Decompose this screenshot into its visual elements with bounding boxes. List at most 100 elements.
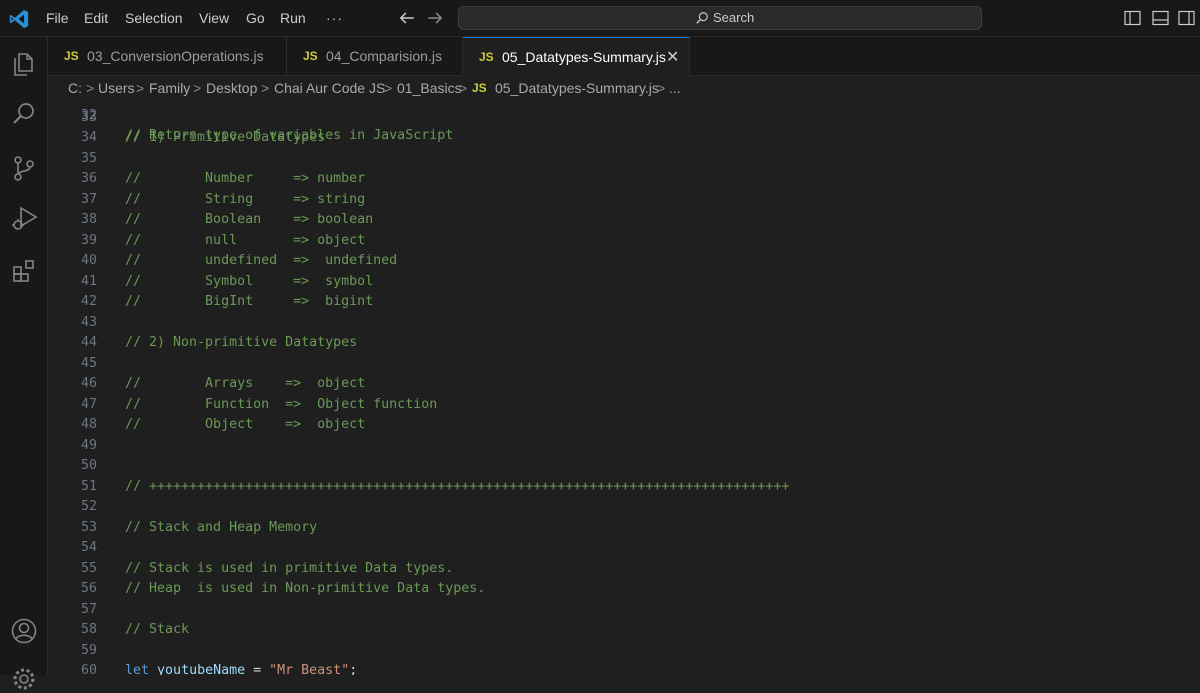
title-bar: File Edit Selection View Go Run ··· Sear…	[0, 0, 1200, 37]
toggle-panel-icon[interactable]	[1152, 10, 1169, 26]
chevron-right-icon: >	[657, 80, 666, 96]
js-file-icon: JS	[64, 49, 79, 63]
accounts-icon[interactable]	[10, 617, 38, 645]
line-number: 56	[80, 581, 97, 596]
breadcrumb-item-users[interactable]: Users	[98, 77, 135, 99]
breadcrumb-item-symbols[interactable]: ...	[669, 77, 681, 99]
line-number: 37	[80, 191, 97, 207]
code-line: 51 // +++++++++++++++++++++++++++++++++++…	[48, 477, 1200, 498]
breadcrumb-item-file[interactable]: 05_Datatypes-Summary.js	[495, 77, 659, 99]
chevron-right-icon: >	[261, 80, 270, 96]
line-text: // Symbol => symbol	[125, 273, 374, 289]
code-line: 40 // undefined => undefined	[48, 251, 1200, 272]
chevron-right-icon: >	[86, 80, 95, 96]
code-line: 58 // Stack	[48, 620, 1200, 641]
chevron-right-icon: >	[459, 80, 468, 96]
arrow-left-icon[interactable]	[398, 9, 416, 27]
code-line: 39 // null => object	[48, 231, 1200, 252]
command-center-search[interactable]: Search	[458, 6, 982, 30]
close-icon[interactable]: ✕	[666, 38, 679, 77]
line-number: 45	[80, 355, 97, 371]
line-text: // Number => number	[125, 171, 366, 186]
tab-conversion-operations[interactable]: JS 03_ConversionOperations.js	[48, 37, 287, 76]
tab-label: 03_ConversionOperations.js	[87, 48, 264, 64]
arrow-right-icon[interactable]	[426, 9, 444, 27]
breadcrumb: C: > Users > Family > Desktop > Chai Aur…	[48, 77, 1200, 99]
tab-label: 05_Datatypes-Summary.js	[502, 49, 666, 65]
menu-selection[interactable]: Selection	[125, 0, 183, 37]
menu-go[interactable]: Go	[246, 0, 265, 37]
source-control-icon[interactable]	[10, 154, 38, 182]
code-line: 36 // Number => number	[48, 169, 1200, 190]
code-line: 45	[48, 354, 1200, 375]
line-number: 44	[80, 335, 97, 350]
breadcrumb-item-drive[interactable]: C:	[68, 77, 82, 99]
code-line: 54	[48, 538, 1200, 559]
line-number: 50	[80, 458, 97, 473]
breadcrumb-item-chai-aur-code[interactable]: Chai Aur Code JS	[274, 77, 385, 99]
line-number: 33	[80, 109, 97, 125]
line-number: 43	[80, 314, 97, 330]
code-line: 38 // Boolean => boolean	[48, 210, 1200, 231]
code-token-keyword: let	[125, 663, 150, 675]
code-line: 59	[48, 641, 1200, 662]
menu-more[interactable]: ···	[326, 0, 343, 37]
line-number: 47	[80, 396, 97, 412]
chevron-right-icon: >	[136, 80, 145, 96]
line-text: // +++++++++++++++++++++++++++++++++++++…	[125, 478, 790, 494]
code-line: 56 // Heap is used in Non-primitive Data …	[48, 579, 1200, 600]
menu-file[interactable]: File	[46, 0, 69, 37]
code-token-var: youtubeName	[157, 663, 246, 675]
breadcrumb-item-family[interactable]: Family	[149, 77, 190, 99]
code-line: 49	[48, 436, 1200, 457]
menu-edit[interactable]: Edit	[84, 0, 108, 37]
line-number: 36	[80, 171, 97, 186]
extensions-icon[interactable]	[10, 257, 38, 285]
chevron-right-icon: >	[384, 80, 393, 96]
line-number: 39	[80, 232, 97, 248]
line-text: // undefined => undefined	[125, 253, 398, 268]
code-line: 41 // Symbol => symbol	[48, 272, 1200, 293]
search-label: Search	[713, 10, 755, 25]
code-line: 35	[48, 149, 1200, 170]
toggle-primary-sidebar-icon[interactable]	[1124, 10, 1141, 26]
line-number: 40	[80, 253, 97, 268]
line-number: 60	[80, 663, 97, 675]
line-number: 48	[80, 417, 97, 432]
line-text: // String => string	[125, 191, 366, 207]
code-line: 60 let youtubeName = "Mr Beast";	[48, 661, 1200, 675]
line-text: // BigInt => bigint	[125, 294, 374, 309]
line-number: 52	[80, 499, 97, 514]
code-editor[interactable]: 32 // Return type of variables in JavaSc…	[48, 99, 1200, 675]
code-line: 37 // String => string	[48, 190, 1200, 211]
line-text: // Stack is used in primitive Data types…	[125, 560, 454, 576]
js-file-icon: JS	[472, 81, 487, 95]
code-line: 48 // Object => object	[48, 415, 1200, 436]
line-text: // Function => Object function	[125, 396, 438, 412]
search-icon[interactable]	[10, 100, 38, 128]
run-debug-icon[interactable]	[10, 204, 38, 232]
line-number: 46	[80, 376, 97, 391]
chevron-right-icon: >	[193, 80, 202, 96]
settings-gear-icon[interactable]	[10, 665, 38, 693]
breadcrumb-item-desktop[interactable]: Desktop	[206, 77, 257, 99]
code-token-op: =	[245, 663, 270, 675]
code-line: 57	[48, 600, 1200, 621]
code-line: 52	[48, 497, 1200, 518]
line-text: // null => object	[125, 232, 366, 248]
tab-bar: JS 03_ConversionOperations.js JS 04_Comp…	[48, 37, 1200, 77]
toggle-secondary-sidebar-icon[interactable]	[1178, 10, 1195, 26]
line-number: 57	[80, 601, 97, 617]
explorer-icon[interactable]	[10, 50, 38, 78]
menu-view[interactable]: View	[199, 0, 229, 37]
code-line: 44 // 2) Non-primitive Datatypes	[48, 333, 1200, 354]
code-line: 50	[48, 456, 1200, 477]
menu-run[interactable]: Run	[280, 0, 306, 37]
line-number: 34	[80, 130, 97, 145]
breadcrumb-item-basics[interactable]: 01_Basics	[397, 77, 462, 99]
code-token-op	[149, 663, 157, 675]
tab-datatypes-summary[interactable]: JS 05_Datatypes-Summary.js ✕	[463, 37, 690, 77]
code-line: 55 // Stack is used in primitive Data typ…	[48, 559, 1200, 580]
tab-comparision[interactable]: JS 04_Comparision.js	[287, 37, 463, 76]
code-line: 33	[48, 108, 1200, 129]
